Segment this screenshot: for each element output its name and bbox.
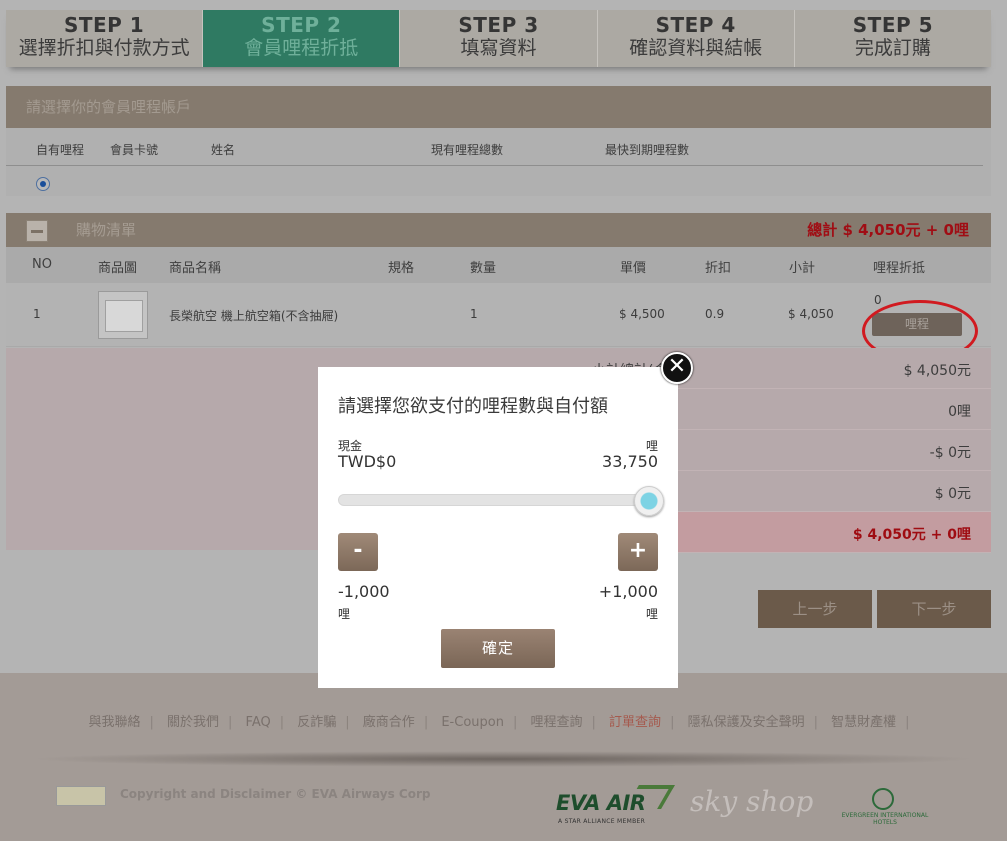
footer-link-miles-query[interactable]: 哩程查詢	[531, 715, 583, 730]
footer-link-ecoupon[interactable]: E-Coupon	[441, 715, 504, 730]
step-label: 確認資料與結帳	[629, 37, 763, 59]
increase-amount: +1,000	[598, 582, 658, 601]
col-total-miles: 現有哩程總數	[431, 143, 504, 157]
footer-link-order-query[interactable]: 訂單查詢	[609, 715, 661, 730]
miles-slider-track[interactable]	[338, 494, 656, 506]
member-table-header: 自有哩程 會員卡號 姓名 現有哩程總數 最快到期哩程數	[6, 128, 983, 166]
summary-value: -$ 0元	[929, 445, 971, 461]
member-section-title: 請選擇你的會員哩程帳戶	[6, 86, 991, 128]
row-qty: 1	[470, 307, 478, 321]
skyshop-logo: sky shop	[690, 785, 814, 818]
miles-value: 33,750	[602, 452, 658, 471]
footer-link-anti-fraud[interactable]: 反詐騙	[297, 715, 336, 730]
footer-links: 與我聯絡 | 關於我們 | FAQ | 反詐騙 | 廠商合作 | E-Coupon | 哩程…	[88, 715, 910, 730]
step-1: STEP 1 選擇折扣與付款方式	[6, 10, 204, 67]
row-discount: 0.9	[705, 307, 725, 321]
step-5: STEP 5 完成訂購	[794, 10, 992, 67]
summary-value: $ 4,050元 + 0哩	[852, 527, 971, 543]
evergreen-emblem-icon	[872, 788, 894, 810]
decrease-unit: 哩	[338, 607, 351, 621]
footer-link-partners[interactable]: 廠商合作	[363, 715, 415, 730]
cart-table-header: NO 商品圖 商品名稱 規格 數量 單價 折扣 小計 哩程折抵	[6, 247, 991, 283]
step-number: STEP 3	[458, 13, 539, 37]
footer-link-about[interactable]: 關於我們	[167, 715, 219, 730]
step-number: STEP 5	[852, 13, 934, 37]
cart-title: 購物清單	[76, 221, 137, 239]
evergreen-hotels-logo: EVERGREEN INTERNATIONAL HOTELS	[830, 788, 940, 828]
step-label: 選擇折扣與付款方式	[18, 37, 190, 59]
miles-slider-handle[interactable]	[634, 486, 664, 516]
row-subtotal: $ 4,050	[788, 307, 834, 321]
dialog-title: 請選擇您欲支付的哩程數與自付額	[338, 396, 608, 417]
col-card-no: 會員卡號	[110, 143, 159, 157]
member-mileage-section: 請選擇你的會員哩程帳戶 自有哩程 會員卡號 姓名 現有哩程總數 最快到期哩程數	[6, 86, 991, 196]
col-spec: 規格	[388, 261, 415, 276]
cash-value: TWD$0	[338, 452, 397, 471]
summary-value: $ 4,050元	[903, 363, 971, 379]
cart-header: 購物清單 總計 $ 4,050元 + 0哩	[6, 213, 991, 247]
product-name[interactable]: 長榮航空 機上航空箱(不含抽屜)	[169, 307, 338, 324]
row-miles: 0	[874, 293, 882, 307]
step-number: STEP 1	[63, 13, 145, 37]
footer-link-contact[interactable]: 與我聯絡	[88, 715, 140, 730]
evergreen-label: EVERGREEN INTERNATIONAL HOTELS	[841, 812, 929, 826]
miles-payment-dialog: 請選擇您欲支付的哩程數與自付額 現金 哩 TWD$0 33,750 - + -1…	[318, 367, 678, 688]
col-miles-offset: 哩程折抵	[873, 261, 926, 276]
step-number: STEP 4	[655, 13, 736, 37]
checkout-steps: STEP 1 選擇折扣與付款方式 STEP 2 會員哩程折抵 STEP 3 填寫…	[6, 10, 992, 67]
row-unit-price: $ 4,500	[619, 307, 665, 321]
copyright-text[interactable]: Copyright and Disclaimer © EVA Airways C…	[120, 787, 431, 801]
col-name: 姓名	[211, 143, 236, 157]
col-product-name: 商品名稱	[169, 261, 222, 276]
footer-link-faq[interactable]: FAQ	[246, 715, 271, 730]
cart-total: 總計 $ 4,050元 + 0哩	[807, 221, 969, 239]
step-3: STEP 3 填寫資料	[400, 10, 598, 67]
footer-link-privacy[interactable]: 隱私保護及安全聲明	[688, 715, 805, 730]
decrease-amount: -1,000	[338, 582, 390, 601]
col-subtotal: 小計	[789, 261, 816, 276]
decrease-miles-button[interactable]: -	[338, 533, 378, 571]
summary-value: $ 0元	[934, 486, 971, 502]
footer-divider	[30, 751, 977, 767]
step-4: STEP 4 確認資料與結帳	[597, 10, 795, 67]
increase-miles-button[interactable]: +	[618, 533, 658, 571]
member-account-radio[interactable]	[36, 177, 50, 191]
eva-wing-icon	[625, 785, 675, 809]
row-no: 1	[33, 307, 41, 321]
close-icon[interactable]: ✕	[661, 352, 693, 384]
eva-air-tagline: A STAR ALLIANCE MEMBER	[558, 818, 646, 825]
footer: 與我聯絡 | 關於我們 | FAQ | 反詐騙 | 廠商合作 | E-Coupon | 哩程…	[0, 673, 1007, 841]
col-image: 商品圖	[98, 261, 138, 276]
col-own-miles: 自有哩程	[36, 143, 85, 157]
col-discount: 折扣	[705, 261, 732, 276]
summary-value: 0哩	[948, 404, 971, 420]
step-label: 完成訂購	[854, 37, 931, 59]
prev-step-button[interactable]: 上一步	[758, 590, 872, 628]
step-label: 會員哩程折抵	[244, 37, 359, 59]
step-2: STEP 2 會員哩程折抵	[203, 10, 401, 67]
product-image	[98, 291, 148, 339]
table-row: 1 長榮航空 機上航空箱(不含抽屜) 1 $ 4,500 0.9 $ 4,050…	[6, 283, 991, 347]
col-unit-price: 單價	[620, 261, 647, 276]
step-label: 填寫資料	[460, 37, 537, 59]
col-expiring-miles: 最快到期哩程數	[605, 143, 690, 157]
collapse-toggle-icon[interactable]	[26, 220, 48, 242]
footer-link-ip[interactable]: 智慧財產權	[831, 715, 896, 730]
increase-unit: 哩	[645, 607, 658, 621]
certification-badge-icon	[56, 786, 106, 806]
col-qty: 數量	[470, 261, 497, 276]
col-no: NO	[32, 257, 52, 272]
step-number: STEP 2	[261, 13, 342, 37]
next-step-button[interactable]: 下一步	[877, 590, 991, 628]
confirm-button[interactable]: 確定	[441, 629, 555, 668]
